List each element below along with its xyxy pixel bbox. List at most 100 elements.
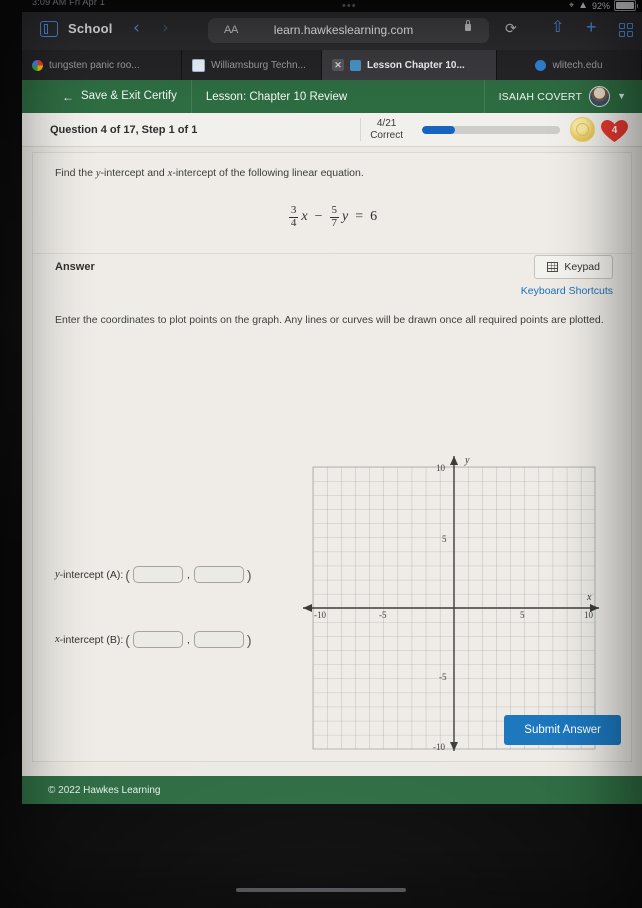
graph-y-tick-10: 10 (436, 463, 446, 473)
coordinate-plane-graph[interactable]: y x -10 -5 5 10 10 5 -5 -10 (301, 451, 601, 753)
page-footer: © 2022 Hawkes Learning (22, 776, 642, 804)
status-bar-time: 3:09 AM Fri Apr 1 (32, 0, 105, 7)
tablet-device-photo: 3:09 AM Fri Apr 1 ••• ⌖ ▲ 92% School ‹ ›… (0, 0, 642, 908)
graph-y-tick--10: -10 (433, 742, 445, 752)
y-intercept-label: -intercept (A): (59, 568, 124, 581)
copyright-label: © 2022 Hawkes Learning (48, 784, 161, 796)
browser-tab-label: tungsten panic roo... (49, 59, 140, 71)
browser-tab-label: Lesson Chapter 10... (367, 59, 465, 71)
fraction-denominator: 7 (329, 216, 339, 229)
browser-tab-strip: tungsten panic roo... Williamsburg Techn… (22, 50, 642, 80)
correct-label: Correct (370, 129, 403, 141)
y-intercept-y-field[interactable] (193, 566, 244, 583)
graph-x-tick-5: 5 (520, 610, 525, 620)
browser-toolbar: School ‹ › AA learn.hawkeslearning.com ⟳… (22, 12, 642, 50)
graph-y-tick-5: 5 (442, 534, 447, 544)
tab-overview-icon[interactable] (619, 23, 633, 37)
open-paren: ( (125, 631, 130, 648)
browser-tab-3-active[interactable]: ✕ Lesson Chapter 10... (322, 50, 497, 80)
status-bar-indicators: ⌖ ▲ 92% (569, 0, 638, 11)
battery-percent-label: 92% (591, 0, 610, 11)
answer-section-label: Answer (55, 261, 95, 273)
arrow-left-icon: ← (62, 89, 74, 104)
lives-heart-badge: 4 (601, 117, 628, 142)
browser-tab-label: wlitech.edu (552, 59, 603, 71)
browser-tab-4[interactable]: wlitech.edu (497, 50, 642, 80)
fraction-numerator: 5 (331, 204, 338, 216)
hawkes-favicon-icon (350, 59, 361, 71)
prompt-text-after: -intercept of the following linear equat… (172, 167, 364, 179)
coin-badge-icon (570, 117, 595, 142)
question-title: Question 4 of 17, Step 1 of 1 (50, 123, 198, 136)
tab-close-icon[interactable]: ✕ (332, 59, 344, 71)
chevron-down-icon[interactable]: ▼ (617, 92, 626, 101)
lives-count: 4 (611, 125, 618, 136)
answer-instructions: Enter the coordinates to plot points on … (55, 314, 604, 326)
user-menu[interactable]: ISAIAH COVERT ▼ (483, 80, 642, 113)
chevron-right-icon[interactable]: › (162, 20, 169, 37)
browser-tab-label: Williamsburg Techn... (211, 59, 306, 71)
coordinate-comma: , (186, 633, 190, 646)
sidebar-icon[interactable] (40, 21, 58, 37)
lesson-title: Lesson: Chapter 10 Review (205, 90, 348, 103)
graph-x-tick-10: 10 (584, 610, 594, 620)
x-intercept-x-field[interactable] (132, 631, 183, 648)
fraction-three-fourths: 3 4 (288, 204, 299, 229)
keypad-button-label: Keypad (564, 261, 600, 273)
lock-icon (465, 20, 471, 31)
progress-bar (422, 125, 560, 134)
graph-x-tick--5: -5 (379, 610, 387, 620)
y-intercept-x-field[interactable] (132, 566, 183, 583)
location-arrow-icon: ⌖ (569, 0, 575, 10)
x-intercept-label: -intercept (B): (59, 633, 124, 646)
google-favicon-icon (32, 59, 43, 71)
browser-profile-label[interactable]: School (68, 21, 113, 36)
plus-icon[interactable]: + (586, 18, 597, 36)
equation-equals-sign: = (355, 209, 364, 225)
x-intercept-y-field[interactable] (193, 631, 244, 648)
prompt-text-before: Find the (55, 167, 96, 179)
address-bar[interactable]: AA learn.hawkeslearning.com (208, 18, 489, 43)
coordinate-comma: , (186, 568, 190, 581)
x-intercept-input-row: x -intercept (B): ( , ) (55, 631, 254, 648)
equation-variable-y: y (342, 209, 349, 225)
keyboard-shortcuts-link[interactable]: Keyboard Shortcuts (521, 285, 613, 297)
close-paren: ) (246, 631, 252, 648)
correct-fraction: 4/21 (376, 118, 397, 130)
url-text: learn.hawkeslearning.com (273, 23, 414, 37)
reload-icon[interactable]: ⟳ (505, 22, 517, 36)
browser-tab-1[interactable]: tungsten panic roo... (22, 50, 182, 80)
school-favicon-icon (192, 58, 205, 72)
save-and-exit-label: Save & Exit Certify (81, 90, 177, 102)
wlitech-favicon-icon (535, 59, 547, 71)
equation-operator-minus: − (314, 209, 323, 225)
keypad-button[interactable]: Keypad (534, 255, 613, 279)
close-paren: ) (246, 566, 252, 583)
graph-x-axis-label: x (586, 592, 592, 603)
correct-counter: 4/21 Correct (360, 118, 412, 141)
web-page-viewport: ← Save & Exit Certify Lesson: Chapter 10… (22, 80, 642, 804)
save-and-exit-button[interactable]: ← Save & Exit Certify (22, 80, 192, 113)
ios-status-bar: 3:09 AM Fri Apr 1 ••• ⌖ ▲ 92% (22, 0, 642, 14)
app-header-bar: ← Save & Exit Certify Lesson: Chapter 10… (22, 80, 642, 113)
fraction-five-sevenths: 5 7 (329, 204, 339, 229)
chevron-left-icon[interactable]: ‹ (133, 20, 140, 37)
submit-answer-button[interactable]: Submit Answer (504, 715, 621, 745)
user-name-label: ISAIAH COVERT (498, 90, 583, 103)
graph-y-tick--5: -5 (439, 672, 447, 682)
equation-result: 6 (370, 209, 378, 225)
fraction-denominator: 4 (288, 216, 299, 229)
wifi-icon: ▲ (578, 0, 588, 11)
question-status-bar: Question 4 of 17, Step 1 of 1 4/21 Corre… (22, 113, 642, 147)
linear-equation: 3 4 x − 5 7 y = 6 (33, 204, 633, 229)
keypad-icon (547, 262, 559, 272)
fraction-numerator: 3 (290, 204, 297, 216)
browser-tab-2[interactable]: Williamsburg Techn... (182, 50, 322, 80)
home-indicator (236, 888, 406, 892)
battery-icon (614, 0, 638, 11)
question-prompt: Find the y-intercept and x-intercept of … (55, 167, 595, 179)
question-content-card: Find the y -intercept and x -intercept of … (32, 152, 633, 762)
graph-svg: y x -10 -5 5 10 10 5 -5 -10 (303, 455, 599, 752)
user-avatar (589, 86, 611, 107)
share-icon[interactable]: ⇧ (551, 20, 564, 36)
